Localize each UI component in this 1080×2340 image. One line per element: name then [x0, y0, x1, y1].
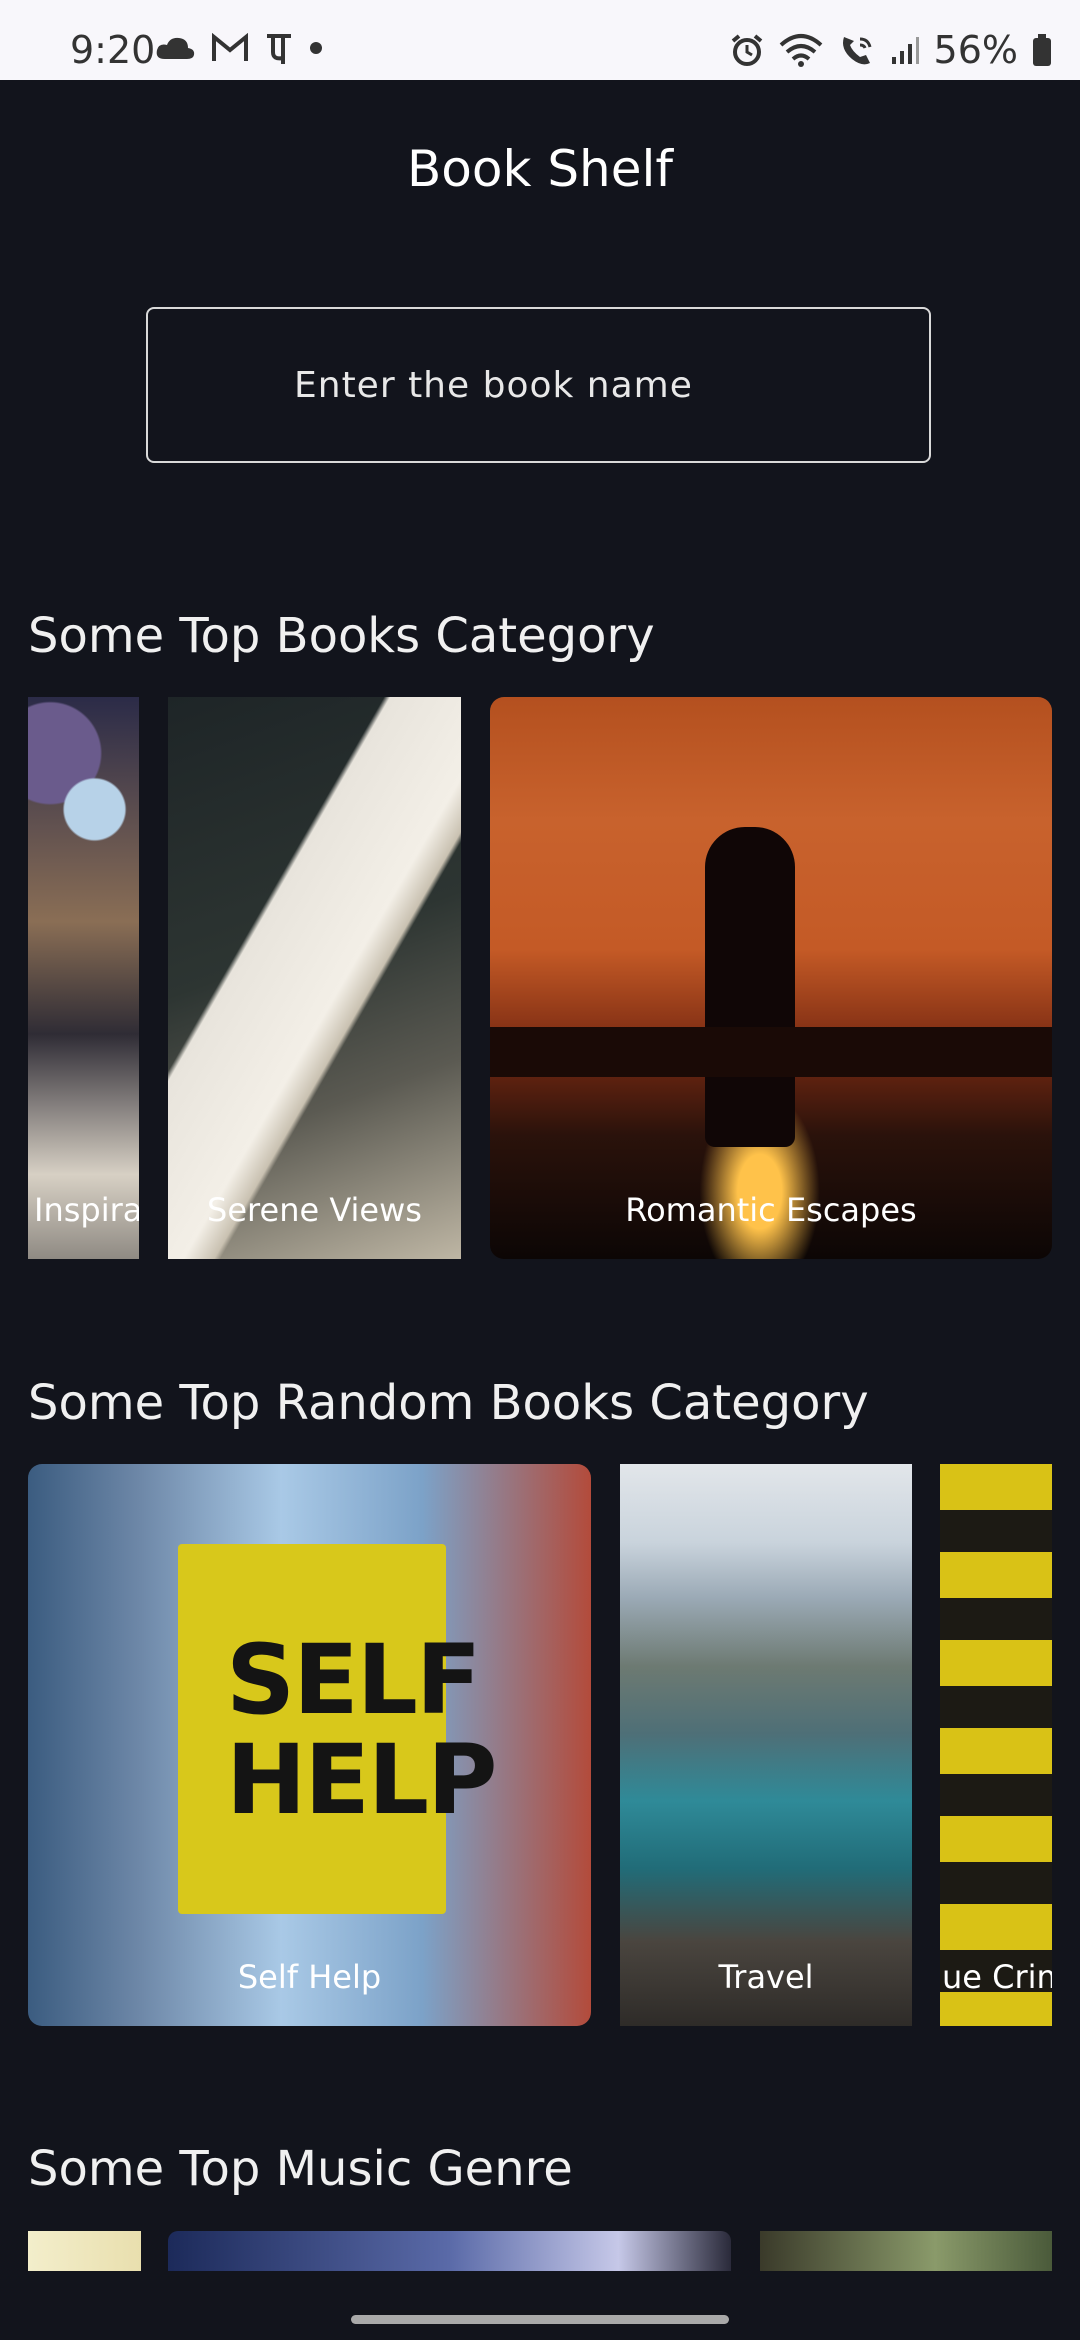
alarm-icon [730, 33, 764, 67]
music-card-2[interactable] [168, 2231, 731, 2271]
battery-icon [1032, 34, 1052, 66]
notification-icons [155, 30, 323, 66]
category-card-travel[interactable]: Travel [620, 1464, 912, 2026]
category-label: Romantic Escapes [625, 1191, 917, 1229]
status-bar: 9:20 56% [0, 0, 1080, 80]
wifi-call-icon [838, 33, 876, 67]
dot-icon [309, 41, 323, 55]
section-title-random-books: Some Top Random Books Category [28, 1375, 869, 1431]
system-icons: 56% [730, 28, 1052, 72]
search-placeholder: Enter the book name [294, 364, 693, 406]
status-time: 9:20 [70, 28, 156, 72]
couple-silhouette [705, 827, 795, 1147]
category-label: Inspirat [34, 1191, 139, 1229]
cloud-icon [155, 35, 195, 61]
book-cover-text: HELP [226, 1724, 497, 1836]
category-card-serene-views[interactable]: Serene Views [168, 697, 461, 1259]
search-input[interactable]: Enter the book name [146, 307, 931, 463]
category-card-romantic-escapes[interactable]: Romantic Escapes [490, 697, 1052, 1259]
gmail-icon [211, 33, 249, 63]
battery-percentage: 56% [933, 28, 1018, 72]
category-label: Self Help [237, 1958, 382, 1996]
treeline [490, 1027, 1052, 1077]
section-title-music-genre: Some Top Music Genre [28, 2141, 573, 2197]
music-card-3[interactable] [760, 2231, 1052, 2271]
category-label: Serene Views [207, 1191, 422, 1229]
self-help-book-cover: SELF HELP [178, 1544, 497, 1914]
book-cover-text: SELF [226, 1624, 481, 1736]
category-label: ue Crim [942, 1958, 1052, 1996]
category-card-self-help[interactable]: SELF HELP Self Help [28, 1464, 591, 2026]
page-title: Book Shelf [406, 140, 673, 198]
signal-icon [890, 35, 920, 65]
category-card-true-crime[interactable]: ue Crim [940, 1464, 1052, 2026]
home-indicator[interactable] [351, 2315, 729, 2324]
wifi-icon [778, 33, 824, 67]
phonepe-icon [265, 30, 293, 66]
section-title-top-books: Some Top Books Category [28, 608, 655, 664]
category-card-inspiration[interactable]: Inspirat [28, 697, 139, 1259]
music-card-1[interactable] [28, 2231, 141, 2271]
category-label: Travel [718, 1958, 814, 1996]
